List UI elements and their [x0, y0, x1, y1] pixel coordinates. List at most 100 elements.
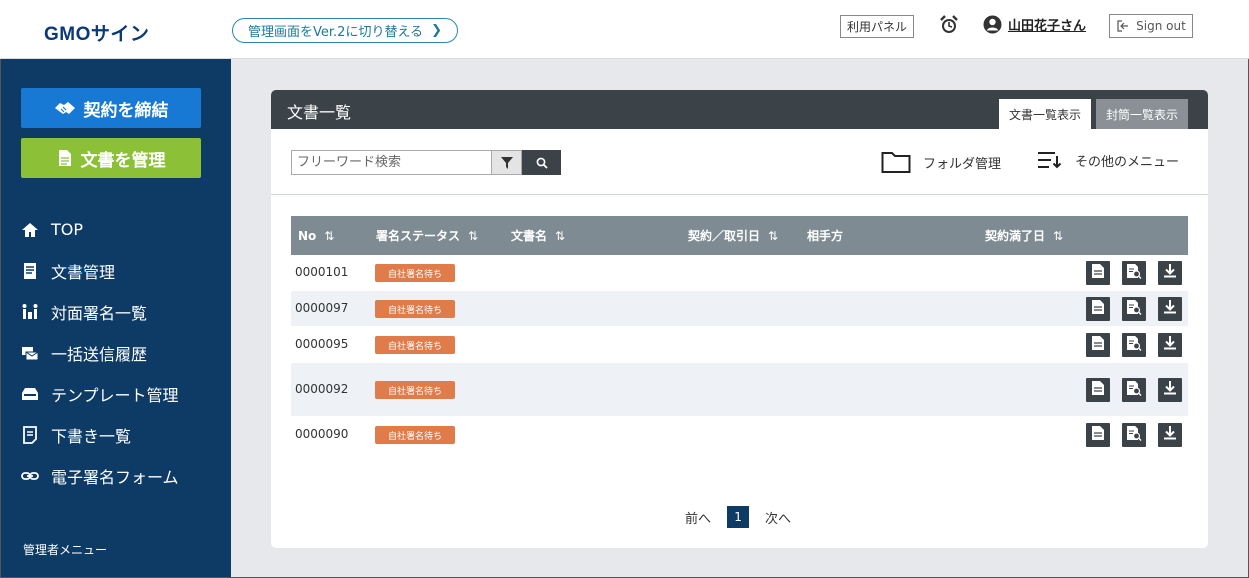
face-to-face-icon [22, 303, 38, 319]
download-icon [1163, 335, 1177, 355]
sidebar-item-drafts[interactable]: 下書き一覧 [21, 414, 226, 455]
download-icon [1163, 263, 1177, 283]
column-label: 契約満了日 [985, 229, 1046, 243]
view-document-button[interactable] [1086, 297, 1110, 321]
prev-page-link[interactable]: 前へ [685, 508, 711, 527]
column-contract-date[interactable]: 契約／取引日 ⇅ [688, 216, 778, 255]
sort-icon: ⇅ [555, 228, 566, 243]
search-input[interactable] [291, 150, 491, 175]
folder-management-label: フォルダ管理 [923, 156, 1002, 172]
document-number: 0000090 [295, 427, 349, 441]
preview-document-button[interactable] [1122, 378, 1146, 402]
filter-button[interactable] [491, 150, 522, 175]
filter-icon [500, 156, 513, 169]
download-document-button[interactable] [1158, 261, 1182, 285]
sidebar-nav: TOP 文書管理 対面署名一覧 一括送信履歴 テンプレート管理 下書き一覧 電子… [21, 209, 226, 496]
search-button[interactable] [522, 150, 561, 175]
column-label: 署名ステータス [376, 229, 461, 243]
sidebar-item-documents[interactable]: 文書管理 [21, 250, 226, 291]
sidebar-item-templates[interactable]: テンプレート管理 [21, 373, 226, 414]
preview-search-icon [1126, 380, 1142, 400]
download-icon [1163, 425, 1177, 445]
column-label: 契約／取引日 [688, 229, 761, 243]
sign-out-button[interactable]: Sign out [1109, 14, 1193, 38]
sidebar-item-label: 電子署名フォーム [51, 467, 179, 487]
table-row[interactable]: 0000097 自社署名待ち [291, 291, 1188, 327]
sidebar-item-label: テンプレート管理 [51, 385, 179, 405]
sidebar-item-signature-form[interactable]: 電子署名フォーム [21, 455, 226, 496]
status-badge: 自社署名待ち [375, 426, 455, 444]
table-row[interactable]: 0000095 自社署名待ち [291, 327, 1188, 363]
table-row[interactable]: 0000092 自社署名待ち [291, 363, 1188, 417]
table-row[interactable]: 0000090 自社署名待ち [291, 417, 1188, 453]
search-bar [291, 150, 561, 175]
divider [271, 194, 1208, 195]
gmo-sign-logo[interactable]: GMOサイン [44, 19, 149, 46]
view-document-button[interactable] [1086, 261, 1110, 285]
sort-icon: ⇅ [1053, 228, 1064, 243]
document-icon [1091, 299, 1105, 319]
folder-management-link[interactable]: フォルダ管理 [881, 150, 1001, 174]
switch-version-label: 管理画面をVer.2に切り替える [248, 25, 424, 40]
next-page-link[interactable]: 次へ [765, 508, 791, 527]
row-actions [1086, 423, 1182, 447]
draft-icon [23, 425, 37, 444]
user-name-link[interactable]: 山田花子さん [1008, 15, 1086, 34]
switch-version-button[interactable]: 管理画面をVer.2に切り替える ❯ [232, 18, 458, 43]
other-menu-link[interactable]: その他のメニュー [1037, 150, 1179, 170]
download-document-button[interactable] [1158, 297, 1182, 321]
card-header: 文書一覧 文書一覧表示 封筒一覧表示 [271, 90, 1208, 129]
sidebar-item-bulk-send[interactable]: 一括送信履歴 [21, 332, 226, 373]
sign-out-icon [1117, 20, 1129, 32]
sort-icon: ⇅ [468, 228, 479, 243]
view-document-button[interactable] [1086, 378, 1110, 402]
document-icon [1091, 335, 1105, 355]
document-number: 0000097 [295, 301, 349, 315]
column-expiration-date[interactable]: 契約満了日 ⇅ [985, 216, 1063, 255]
column-no[interactable]: No ⇅ [298, 216, 334, 255]
sign-contract-button[interactable]: 契約を締結 [21, 88, 201, 128]
column-status[interactable]: 署名ステータス ⇅ [376, 216, 478, 255]
manage-documents-label: 文書を管理 [80, 150, 166, 171]
preview-document-button[interactable] [1122, 333, 1146, 357]
user-menu[interactable]: 山田花子さん [983, 15, 1086, 34]
usage-panel-button[interactable]: 利用パネル [840, 15, 914, 38]
view-document-button[interactable] [1086, 333, 1110, 357]
sidebar-item-label: 一括送信履歴 [51, 344, 148, 364]
sidebar-item-label: 下書き一覧 [51, 426, 132, 446]
column-label: 文書名 [511, 229, 548, 243]
manage-documents-button[interactable]: 文書を管理 [21, 138, 201, 178]
document-icon [1091, 425, 1105, 445]
sidebar-item-label: TOP [51, 220, 84, 239]
link-icon [21, 471, 39, 480]
preview-document-button[interactable] [1122, 261, 1146, 285]
preview-search-icon [1126, 335, 1142, 355]
sidebar-item-face-to-face[interactable]: 対面署名一覧 [21, 291, 226, 332]
tab-envelope-list[interactable]: 封筒一覧表示 [1096, 99, 1188, 129]
download-document-button[interactable] [1158, 378, 1182, 402]
column-document-name[interactable]: 文書名 ⇅ [511, 216, 565, 255]
document-list-card: 文書一覧 文書一覧表示 封筒一覧表示 フォルダ管理 その他のメニュー No ⇅ … [271, 90, 1208, 548]
search-icon [536, 157, 548, 169]
preview-document-button[interactable] [1122, 297, 1146, 321]
column-label: 相手方 [807, 229, 844, 243]
preview-document-button[interactable] [1122, 423, 1146, 447]
download-document-button[interactable] [1158, 423, 1182, 447]
alarm-clock-icon[interactable] [938, 14, 960, 36]
sidebar-item-top[interactable]: TOP [21, 209, 226, 250]
chevron-right-icon: ❯ [431, 23, 442, 38]
page-title: 文書一覧 [287, 103, 352, 122]
row-actions [1086, 261, 1182, 285]
view-document-button[interactable] [1086, 423, 1110, 447]
download-document-button[interactable] [1158, 333, 1182, 357]
table-row[interactable]: 0000101 自社署名待ち [291, 255, 1188, 291]
tab-document-list[interactable]: 文書一覧表示 [999, 99, 1091, 129]
sort-menu-icon [1038, 152, 1062, 169]
folder-icon [881, 152, 911, 173]
admin-menu-label[interactable]: 管理者メニュー [23, 541, 107, 558]
document-number: 0000092 [295, 382, 349, 396]
current-page[interactable]: 1 [727, 506, 750, 528]
sidebar: 契約を締結 文書を管理 TOP 文書管理 対面署名一覧 一括送信履歴 テンプレー… [1, 59, 231, 577]
status-badge: 自社署名待ち [375, 300, 455, 318]
row-actions [1086, 378, 1182, 402]
